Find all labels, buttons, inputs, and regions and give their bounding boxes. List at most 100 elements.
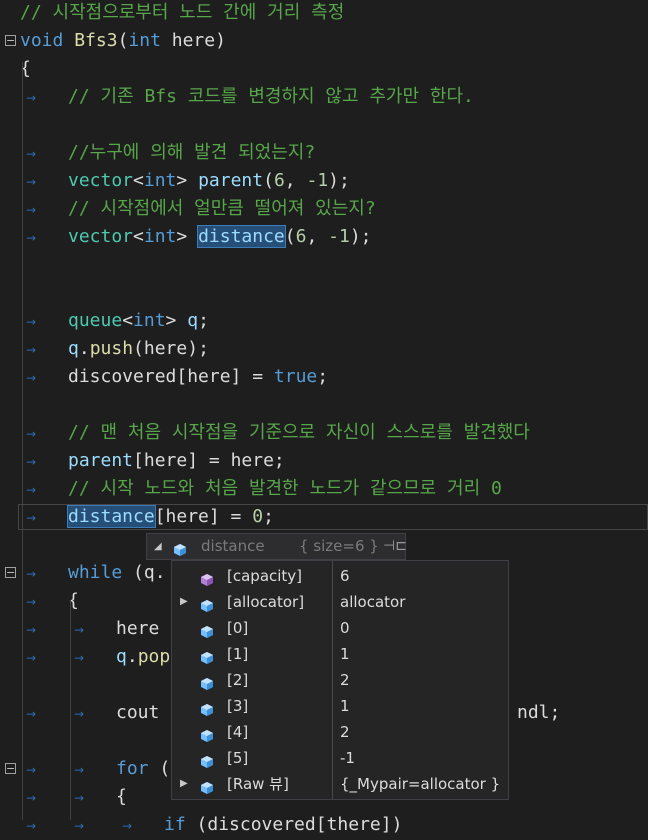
code-line[interactable] — [0, 279, 648, 307]
code-text: // 시작 노드와 처음 발견한 노드가 같으므로 거리 0 — [68, 475, 502, 503]
code-token: ); — [328, 170, 350, 191]
datatip-row[interactable]: ▶ [allocator] allocator — [172, 589, 508, 615]
code-line[interactable]: → //누구에 의해 발견 되었는지? — [0, 139, 648, 167]
datatip-row[interactable]: [3] 1 — [172, 693, 508, 719]
whitespace-arrow-icon: → — [26, 371, 37, 385]
code-token: ( — [117, 30, 129, 51]
code-token: // 시작점에서 얼만큼 떨어져 있는지? — [68, 198, 376, 219]
code-line[interactable]: − void Bfs3(int here) — [0, 27, 648, 55]
datatip-row[interactable]: [1] 1 — [172, 641, 508, 667]
datatip-row-value[interactable]: 0 — [340, 615, 350, 641]
datatip-row-value[interactable]: allocator — [340, 589, 405, 615]
code-line[interactable]: → vector<int> distance(6, -1); — [0, 223, 648, 251]
code-token: (discovered[there]) — [185, 814, 403, 835]
datatip-row-name: [2] — [227, 671, 249, 689]
code-line[interactable]: → q.push(here); — [0, 335, 648, 363]
code-line[interactable]: → discovered[here] = true; — [0, 363, 648, 391]
code-line[interactable]: → // 시작 노드와 처음 발견한 노드가 같으므로 거리 0 — [0, 475, 648, 503]
code-text: queue<int> q; — [68, 307, 209, 335]
code-text: // 시작점으로부터 노드 간에 거리 측정 — [20, 0, 344, 27]
pin-icon[interactable]: ⊣⊏ — [383, 534, 407, 559]
expand-arrow-icon[interactable]: ▶ — [180, 589, 188, 615]
code-token: //누구에 의해 발견 되었는지? — [68, 142, 316, 163]
code-line[interactable] — [0, 111, 648, 139]
whitespace-arrow-icon: → — [74, 623, 85, 637]
whitespace-arrow-icon: → — [26, 315, 37, 329]
datatip-row-value[interactable]: {_Mypair=allocator } — [340, 771, 500, 797]
code-token: q — [68, 338, 79, 359]
field-icon — [200, 777, 214, 794]
collapse-icon[interactable]: − — [5, 567, 16, 578]
datatip-row-value[interactable]: 1 — [340, 693, 350, 719]
code-token: ; — [263, 506, 274, 527]
code-line[interactable]: → // 맨 처음 시작점을 기준으로 자신이 스스로를 발견했다 — [0, 419, 648, 447]
datatip-row-value[interactable]: -1 — [340, 745, 355, 771]
datatip-row[interactable]: [0] 0 — [172, 615, 508, 641]
whitespace-arrow-icon: → — [26, 343, 37, 357]
datatip-row-name: [4] — [227, 723, 249, 741]
code-text: void Bfs3(int here) — [20, 27, 226, 55]
code-token: Bfs3 — [74, 30, 118, 51]
datatip-row[interactable]: [4] 2 — [172, 719, 508, 745]
code-line[interactable]: → distance[here] = 0; — [0, 503, 648, 531]
code-line[interactable]: → parent[here] = here; — [0, 447, 648, 475]
whitespace-arrow-icon: → — [26, 623, 37, 637]
datatip-row-value[interactable]: 2 — [340, 719, 350, 745]
code-token: cout — [116, 702, 160, 723]
code-token: // 기존 Bfs 코드를 변경하지 않고 추가만 한다. — [68, 86, 474, 107]
whitespace-arrow-icon: → — [26, 567, 37, 581]
whitespace-arrow-icon: → — [26, 455, 37, 469]
code-text: if (discovered[there]) — [164, 811, 402, 839]
code-line[interactable]: → // 기존 Bfs 코드를 변경하지 않고 추가만 한다. — [0, 83, 648, 111]
code-line[interactable]: // 시작점으로부터 노드 간에 거리 측정 — [0, 0, 648, 27]
code-line[interactable]: → vector<int> parent(6, -1); — [0, 167, 648, 195]
whitespace-arrow-icon: → — [26, 511, 37, 525]
code-line[interactable]: → → → if (discovered[there]) — [0, 811, 648, 839]
code-text: here — [116, 615, 159, 643]
datatip-row[interactable]: [5] -1 — [172, 745, 508, 771]
code-text: q.pop — [116, 643, 170, 671]
expand-arrow-icon[interactable]: ▶ — [180, 771, 188, 797]
code-text: while (q. — [68, 559, 166, 587]
code-token: ); — [349, 226, 372, 247]
datatip-row-value[interactable]: 2 — [340, 667, 350, 693]
code-token: (here); — [133, 338, 209, 359]
code-token: discovered[here] = — [68, 366, 274, 387]
datatip-row[interactable]: ▶ [Raw 뷰] {_Mypair=allocator } — [172, 771, 508, 797]
datatip-row-name: [5] — [227, 749, 249, 767]
code-line[interactable]: → queue<int> q; — [0, 307, 648, 335]
code-text: for ( — [116, 755, 170, 783]
highlighted-identifier: distance — [67, 505, 156, 528]
datatip-row-value[interactable]: 1 — [340, 641, 350, 667]
collapse-triangle-icon[interactable]: ◢ — [154, 534, 162, 559]
datatip-row[interactable]: [2] 2 — [172, 667, 508, 693]
collapse-icon[interactable]: − — [5, 35, 16, 46]
code-token: for — [116, 758, 149, 779]
code-line[interactable] — [0, 251, 648, 279]
whitespace-arrow-icon: → — [26, 427, 37, 441]
datatip-row-name: [capacity] — [227, 567, 303, 585]
code-token: vector — [68, 170, 134, 191]
whitespace-arrow-icon: → — [26, 819, 37, 833]
whitespace-arrow-icon: → — [122, 819, 133, 833]
code-line[interactable]: → // 시작점에서 얼만큼 떨어져 있는지? — [0, 195, 648, 223]
field-icon — [200, 699, 214, 716]
code-token: push — [89, 338, 134, 359]
datatip-size: { size=6 } — [299, 537, 379, 555]
code-token: parent — [198, 170, 264, 191]
code-line[interactable] — [0, 391, 648, 419]
datatip-row[interactable]: [capacity] 6 — [172, 563, 508, 589]
code-token: ( — [263, 170, 274, 191]
whitespace-arrow-icon: → — [26, 483, 37, 497]
collapse-icon[interactable]: − — [5, 763, 16, 774]
whitespace-arrow-icon: → — [74, 763, 85, 777]
whitespace-arrow-icon: → — [26, 175, 37, 189]
datatip-header[interactable]: ◢ distance { size=6 } ⊣⊏ — [146, 533, 407, 560]
code-text: //누구에 의해 발견 되었는지? — [68, 139, 315, 167]
code-line[interactable]: { — [0, 55, 648, 83]
code-token: -1 — [306, 170, 329, 191]
whitespace-arrow-icon: → — [74, 651, 85, 665]
whitespace-arrow-icon: → — [26, 203, 37, 217]
code-token: int — [143, 170, 177, 191]
datatip-row-value[interactable]: 6 — [340, 563, 350, 589]
